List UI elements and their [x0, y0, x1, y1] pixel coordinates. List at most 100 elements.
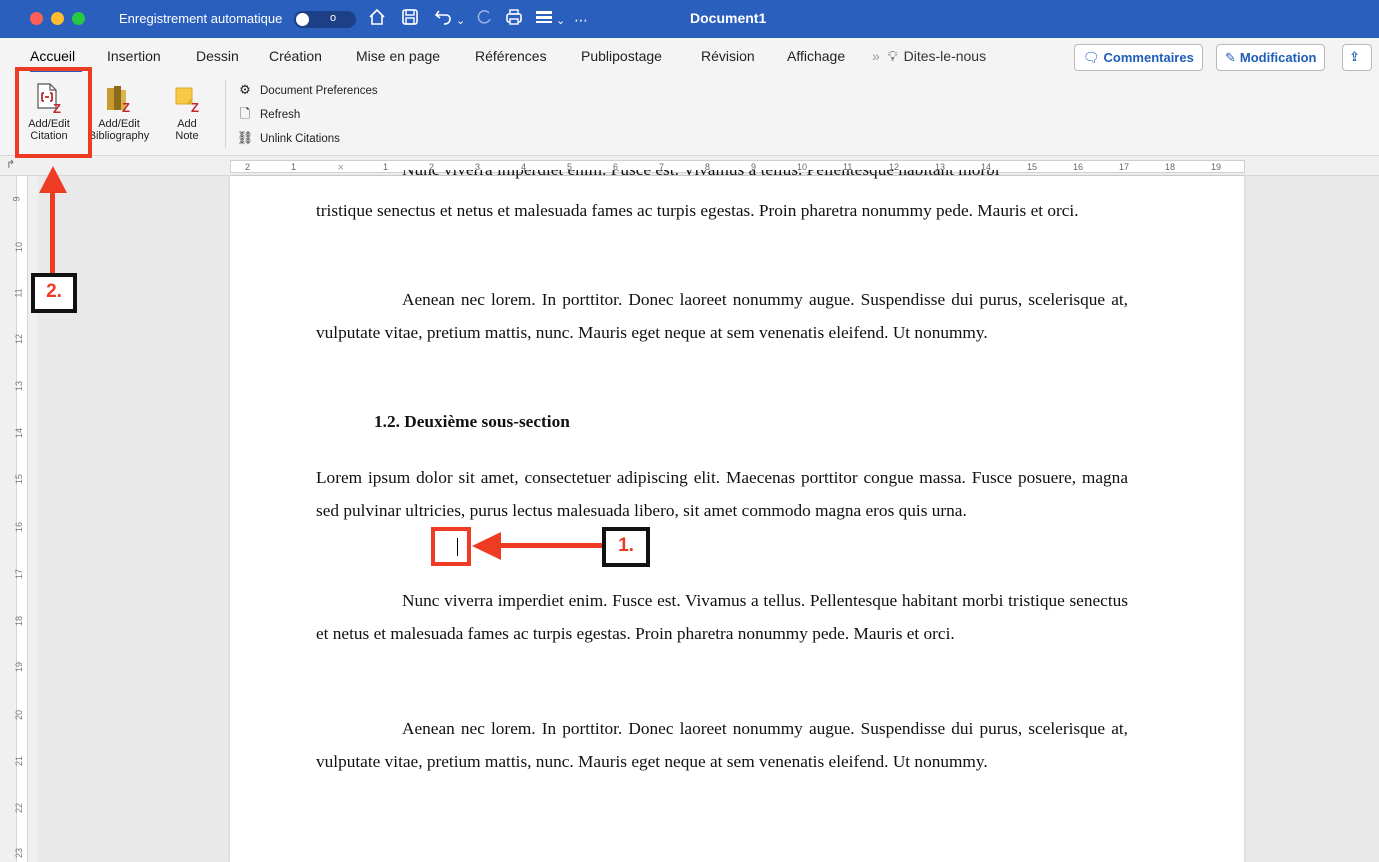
undo-dropdown-chevron-icon[interactable]: ⌄: [456, 11, 465, 31]
annotation-step-1-label: 1.: [602, 527, 650, 567]
add-edit-bibliography-label-line1: Add/Edit: [98, 118, 140, 130]
add-note-label-line2: Note: [175, 130, 199, 142]
ruler-number: 22: [14, 802, 25, 814]
comments-button-label: Commentaires: [1103, 50, 1194, 65]
indent-marker-icon[interactable]: ⨯: [337, 162, 345, 173]
refresh-document-icon: 🗋︎: [239, 106, 251, 121]
add-note-button[interactable]: Z Add Note: [165, 74, 209, 142]
tab-references[interactable]: Références: [475, 48, 547, 64]
print-icon[interactable]: [505, 8, 523, 31]
ruler-number: 18: [1165, 162, 1176, 172]
gear-icon: ⚙: [239, 82, 251, 97]
ruler-number: 16: [1073, 162, 1084, 172]
tab-creation[interactable]: Création: [269, 48, 322, 64]
document-preferences-label: Document Preferences: [260, 85, 378, 97]
annotation-arrow-head-up-icon: [39, 166, 67, 193]
refresh-button[interactable]: 🗋︎ Refresh: [236, 105, 301, 123]
undo-icon[interactable]: [434, 8, 454, 31]
minimize-window-button[interactable]: [51, 12, 64, 25]
paragraph-text: Lorem ipsum dolor sit amet, consectetuer…: [316, 468, 1128, 520]
share-icon: ⇪: [1349, 49, 1360, 64]
svg-text:Z: Z: [191, 100, 199, 114]
tab-affichage[interactable]: Affichage: [787, 48, 845, 64]
ruler-number: 1: [383, 162, 389, 172]
add-edit-bibliography-button[interactable]: Z Add/Edit Bibliography: [83, 74, 155, 142]
comments-button[interactable]: 🗨︎ Commentaires: [1074, 44, 1203, 71]
ruler-number: 18: [14, 615, 25, 627]
ruler-number: 19: [14, 661, 25, 673]
ruler-number: 9: [11, 196, 22, 202]
ruler-number: 21: [14, 755, 25, 767]
toggle-knob: [296, 13, 309, 26]
paragraph[interactable]: tristique senectus et netus et malesuada…: [316, 195, 1128, 228]
ruler-number: 17: [1119, 162, 1130, 172]
paragraph[interactable]: Nunc viverra imperdiet enim. Fusce est. …: [316, 585, 1128, 650]
tab-revision[interactable]: Révision: [701, 48, 755, 64]
paragraph[interactable]: Aenean nec lorem. In porttitor. Donec la…: [316, 284, 1128, 349]
tab-insertion[interactable]: Insertion: [107, 48, 161, 64]
comment-icon: 🗨︎: [1083, 50, 1100, 65]
ruler-number: 15: [14, 473, 25, 485]
overflow-chevron-icon: »: [872, 48, 880, 64]
close-window-button[interactable]: [30, 12, 43, 25]
redo-icon[interactable]: [475, 8, 493, 31]
ruler-number: 1: [291, 162, 297, 172]
autosave-toggle[interactable]: o: [294, 11, 356, 28]
ruler-number: 11: [13, 288, 24, 298]
tell-me-label: Dites-le-nous: [903, 48, 987, 64]
add-note-label-line1: Add: [177, 118, 197, 130]
ruler-number: 23: [14, 847, 25, 859]
add-edit-bibliography-label-line2: Bibliography: [88, 130, 150, 142]
save-icon[interactable]: [401, 8, 419, 31]
unlink-citations-label: Unlink Citations: [260, 133, 340, 145]
editing-mode-label: Modification: [1239, 50, 1317, 65]
editing-mode-button[interactable]: ✎ Modification: [1216, 44, 1326, 71]
unlink-citations-button[interactable]: ⛓ Unlink Citations: [236, 129, 340, 147]
zotero-bibliography-icon: Z: [104, 82, 134, 115]
ruler-number: 20: [14, 709, 25, 721]
ruler-number: 2: [245, 162, 251, 172]
annotation-step-2-label: 2.: [31, 273, 77, 313]
pencil-icon: ✎: [1225, 50, 1236, 65]
ruler-number: 12: [14, 333, 25, 345]
tab-selector-icon[interactable]: ↱: [6, 158, 15, 171]
section-heading[interactable]: 1.2. Deuxième sous-section: [374, 412, 570, 432]
more-icon[interactable]: ⋯: [574, 10, 588, 30]
tab-mise-en-page[interactable]: Mise en page: [356, 48, 440, 64]
ruler-number: 17: [14, 568, 25, 580]
zoom-window-button[interactable]: [72, 12, 85, 25]
annotation-highlight-citation-button: [15, 67, 92, 158]
svg-text:Z: Z: [122, 100, 130, 114]
unlink-icon: ⛓: [236, 130, 254, 145]
home-icon[interactable]: [368, 8, 386, 31]
word-window: Enregistrement automatique o ⌄ ⌄ ⋯ Docum…: [0, 0, 1379, 862]
annotation-arrow-shaft: [50, 190, 55, 275]
tab-accueil[interactable]: Accueil: [30, 48, 75, 64]
ruler-number: 14: [14, 427, 25, 439]
ruler-number: 10: [14, 241, 25, 253]
paragraph[interactable]: Aenean nec lorem. In porttitor. Donec la…: [316, 713, 1128, 778]
document-preferences-button[interactable]: ⚙ Document Preferences: [236, 81, 378, 99]
lightbulb-icon: 💡︎: [887, 48, 898, 64]
share-button[interactable]: ⇪: [1342, 44, 1372, 71]
ruler-number: 13: [14, 380, 25, 392]
annotation-arrow-shaft: [498, 543, 604, 548]
toggle-state: o: [330, 12, 337, 24]
refresh-label: Refresh: [260, 109, 301, 121]
tell-me-search[interactable]: » 💡︎ Dites-le-nous: [872, 48, 986, 65]
ribbon-divider: [225, 80, 226, 148]
ruler-number: 15: [1027, 162, 1038, 172]
toolbar-dropdown-chevron-icon[interactable]: ⌄: [556, 11, 565, 31]
tab-dessin[interactable]: Dessin: [196, 48, 239, 64]
ruler-number: 16: [14, 521, 25, 533]
paragraph-with-cursor[interactable]: Lorem ipsum dolor sit amet, consectetuer…: [316, 462, 1128, 527]
customize-toolbar-icon[interactable]: [535, 8, 553, 31]
autosave-label: Enregistrement automatique: [119, 11, 283, 26]
tab-publipostage[interactable]: Publipostage: [581, 48, 662, 64]
document-title: Document1: [690, 10, 767, 26]
zotero-note-icon: Z: [172, 82, 202, 115]
ribbon-zotero-group: Z Add/Edit Citation Z Add/Edit Bibliogra…: [0, 74, 1379, 156]
title-bar: Enregistrement automatique o ⌄ ⌄ ⋯ Docum…: [0, 0, 1379, 38]
annotation-highlight-cursor: [431, 527, 471, 566]
ruler-number: 19: [1211, 162, 1222, 172]
